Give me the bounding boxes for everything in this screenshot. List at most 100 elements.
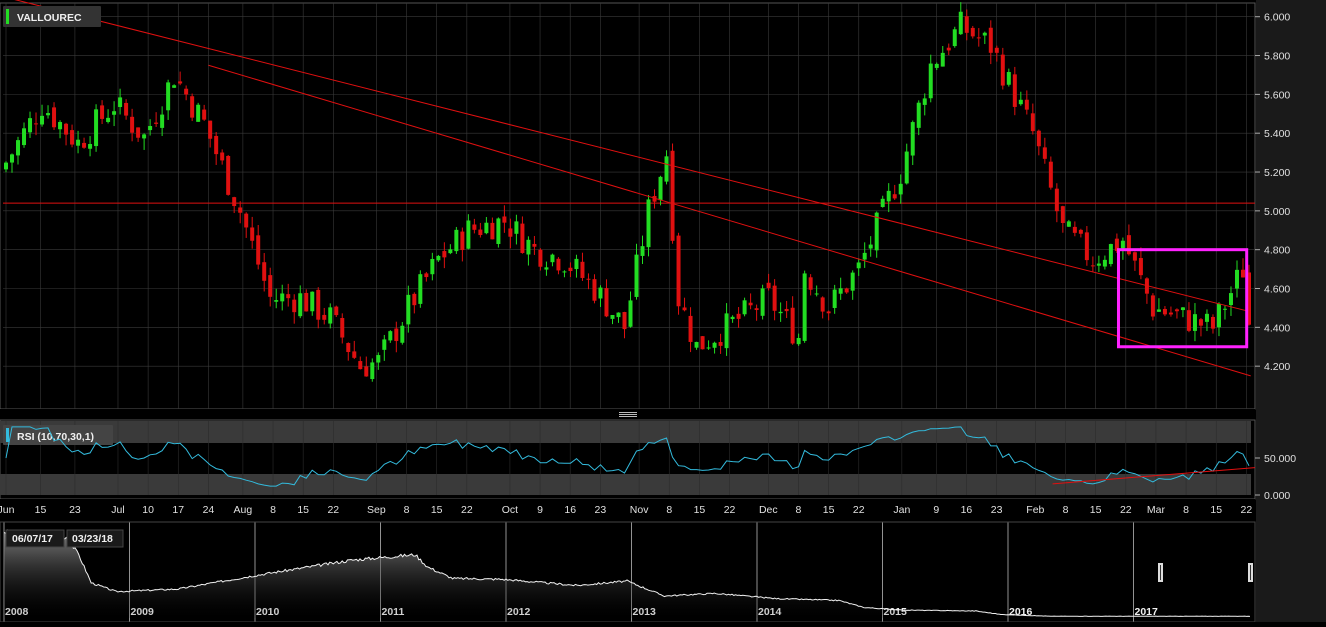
- candle-body: [208, 120, 213, 139]
- date-tick-label: 8: [666, 504, 672, 516]
- candle-body: [1162, 308, 1167, 315]
- candle-body: [148, 126, 153, 131]
- candle-body: [994, 47, 999, 53]
- rsi-tick-label: 0.000: [1264, 490, 1290, 502]
- candle-body: [1210, 316, 1215, 329]
- candle-body: [196, 104, 201, 122]
- candle-body: [370, 362, 375, 380]
- date-tick-label: 8: [1063, 504, 1069, 516]
- candle-body: [514, 221, 519, 234]
- candle-body: [76, 139, 81, 146]
- symbol-tag[interactable]: VALLOUREC: [3, 6, 101, 27]
- candle-body: [112, 111, 117, 115]
- date-tick-label: 22: [327, 504, 339, 516]
- candle-body: [250, 227, 255, 241]
- rsi-oversold-band: [0, 474, 1251, 495]
- candle-body: [940, 52, 945, 67]
- candle-body: [1186, 310, 1191, 331]
- candle-body: [322, 314, 327, 320]
- date-tick-label: 22: [1120, 504, 1132, 516]
- price-panel[interactable]: [0, 2, 1256, 410]
- candle-body: [826, 311, 831, 314]
- candle-body: [460, 231, 465, 251]
- price-tick-label: 5.600: [1264, 89, 1290, 101]
- date-tick-label: Sep: [367, 504, 386, 516]
- candle-body: [910, 122, 915, 156]
- candle-body: [478, 229, 483, 236]
- candle-body: [106, 117, 111, 122]
- date-tick-label: Jun: [0, 504, 15, 516]
- candle-body: [1012, 74, 1017, 107]
- candle-body: [964, 16, 969, 33]
- candle-body: [310, 291, 315, 312]
- candle-body: [556, 258, 561, 271]
- candle-body: [178, 81, 183, 84]
- candle-body: [628, 300, 633, 327]
- candle-body: [1090, 265, 1095, 267]
- candle-body: [766, 282, 771, 289]
- candle-body: [838, 288, 843, 294]
- date-tick-label: 15: [1210, 504, 1222, 516]
- candle-body: [1156, 309, 1161, 312]
- date-tick-label: 15: [431, 504, 443, 516]
- candle-body: [46, 113, 51, 116]
- candle-body: [748, 302, 753, 306]
- rsi-tick-label: 50.000: [1264, 453, 1296, 465]
- candle-body: [790, 307, 795, 344]
- candle-body: [1108, 244, 1113, 265]
- candle-body: [676, 235, 681, 307]
- candle-body: [1126, 235, 1131, 255]
- date-tick-label: 22: [461, 504, 473, 516]
- candle-body: [712, 342, 717, 348]
- date-tick-label: 15: [297, 504, 309, 516]
- candle-body: [400, 325, 405, 343]
- candle-body: [970, 27, 975, 37]
- date-tick-label: Jan: [893, 504, 910, 516]
- rsi-overbought-band: [0, 421, 1251, 443]
- candle-body: [832, 289, 837, 308]
- date-tick-label: 15: [694, 504, 706, 516]
- candle-body: [844, 288, 849, 293]
- candle-body: [1030, 113, 1035, 132]
- rsi-color-swatch: [6, 428, 9, 442]
- rsi-tag[interactable]: RSI (10,70,30,1): [3, 425, 113, 445]
- candle-body: [88, 144, 93, 149]
- candle-body: [22, 128, 27, 146]
- candle-body: [388, 331, 393, 341]
- candle-body: [724, 313, 729, 349]
- candle-body: [358, 361, 363, 370]
- candle-body: [262, 262, 267, 281]
- candle-body: [28, 118, 33, 133]
- candle-body: [904, 151, 909, 184]
- candle-body: [526, 239, 531, 255]
- candle-body: [1072, 226, 1077, 233]
- candle-body: [580, 261, 585, 278]
- date-tick-label: 22: [1241, 504, 1253, 516]
- candle-body: [958, 11, 963, 35]
- candle-body: [682, 307, 687, 311]
- candle-body: [382, 339, 387, 350]
- date-tick-label: 22: [724, 504, 736, 516]
- candle-body: [1174, 309, 1179, 312]
- candle-body: [1222, 308, 1227, 310]
- candle-body: [550, 254, 555, 263]
- candle-body: [394, 328, 399, 342]
- candle-body: [892, 194, 897, 199]
- chart-area[interactable]: 6.000 5.800 5.600 5.400 5.200 5.000 4.800 4.600…: [0, 0, 1326, 623]
- candle-body: [586, 278, 591, 280]
- date-tick-label: Oct: [502, 504, 518, 516]
- navigator-left-handle[interactable]: [1158, 563, 1163, 582]
- candle-body: [328, 307, 333, 324]
- date-tick-label: Feb: [1026, 504, 1044, 516]
- candle-body: [1150, 295, 1155, 317]
- candle-body: [484, 222, 489, 234]
- candle-body: [802, 273, 807, 341]
- chart-svg[interactable]: 6.000 5.800 5.600 5.400 5.200 5.000 4.800 4.600…: [0, 0, 1326, 623]
- range-end-label: 03/23/18: [72, 533, 113, 545]
- panel-splitter[interactable]: [0, 409, 1255, 419]
- series-color-swatch: [6, 9, 9, 24]
- navigator-right-handle[interactable]: [1248, 563, 1253, 582]
- candle-body: [706, 347, 711, 349]
- candle-body: [130, 116, 135, 133]
- candle-body: [922, 98, 927, 105]
